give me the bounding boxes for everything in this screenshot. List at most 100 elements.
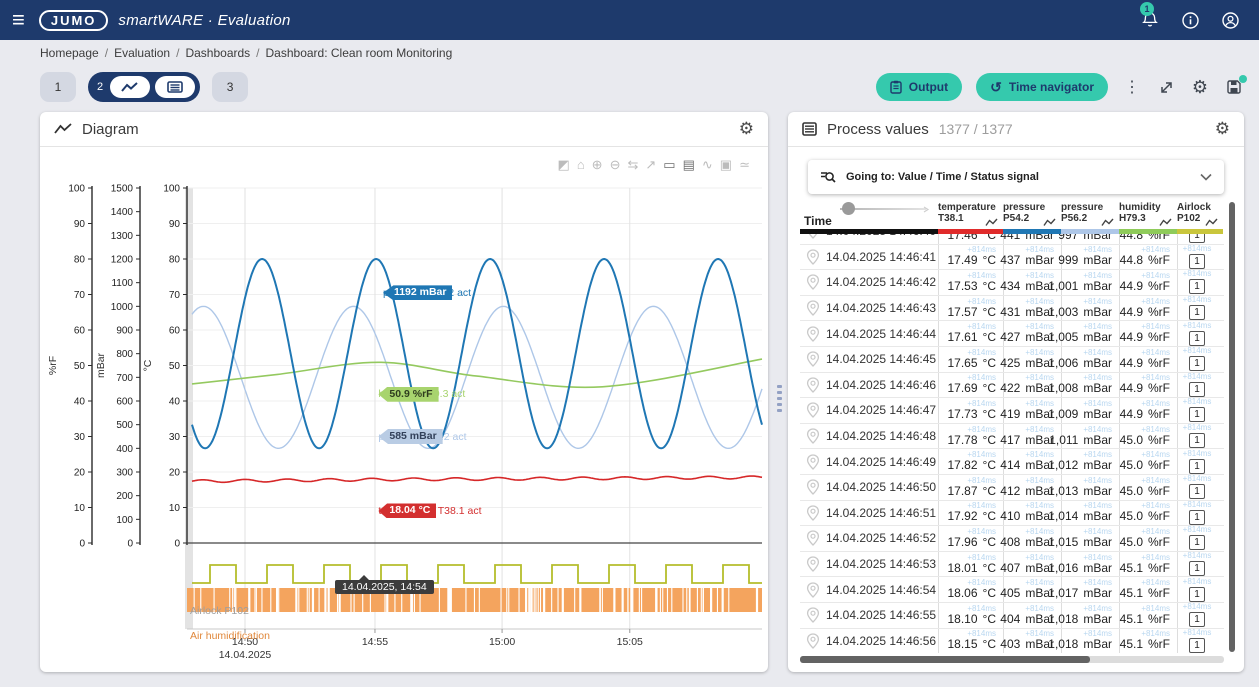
row-timestamp: 14.04.2025 14:46:48 bbox=[826, 424, 938, 449]
value-cell: +814ms1 bbox=[1177, 270, 1223, 295]
svg-text:400: 400 bbox=[116, 444, 133, 455]
measurement-value: 45.0%rF bbox=[1120, 459, 1170, 472]
save-layout-icon[interactable] bbox=[1224, 77, 1244, 97]
column-header-P56-2[interactable]: pressureP56.2 bbox=[1061, 198, 1119, 228]
location-pin-icon bbox=[806, 556, 820, 572]
info-icon[interactable] bbox=[1179, 9, 1201, 31]
table-row[interactable]: 14.04.2025 14:46:55+814ms18.10°C+814ms40… bbox=[800, 603, 1224, 629]
table-row[interactable]: 14.04.2025 14:46:53+814ms18.01°C+814ms40… bbox=[800, 552, 1224, 578]
svg-text:40: 40 bbox=[74, 397, 86, 408]
process-settings-gear-icon[interactable]: ⚙ bbox=[1215, 119, 1230, 139]
digital-airlock-waveform bbox=[192, 565, 762, 583]
vertical-scrollbar[interactable] bbox=[1229, 202, 1235, 652]
table-row[interactable]: 14.04.2025 14:46:43+814ms17.57°C+814ms43… bbox=[800, 296, 1224, 322]
svg-text:1100: 1100 bbox=[111, 278, 133, 289]
location-pin-icon bbox=[806, 582, 820, 598]
horizontal-scrollbar-thumb[interactable] bbox=[800, 656, 1090, 663]
measurement-value: 17.73°C bbox=[948, 408, 997, 421]
measurement-value: 425mBar bbox=[1000, 357, 1054, 370]
ms-offset-label: +814ms bbox=[1183, 450, 1212, 458]
value-cell: +814ms1,016mBar bbox=[1061, 552, 1119, 577]
tab-3[interactable]: 3 bbox=[212, 72, 248, 102]
value-cell: +814ms45.0%rF bbox=[1119, 449, 1177, 474]
series-chart-icon bbox=[1043, 218, 1056, 227]
table-row[interactable]: 14.04.2025 14:46:56+814ms18.15°C+814ms40… bbox=[800, 629, 1224, 654]
measurement-value: 17.96°C bbox=[948, 536, 997, 549]
tab-1[interactable]: 1 bbox=[40, 72, 76, 102]
diagram-title: Diagram bbox=[82, 121, 139, 138]
row-timestamp: 14.04.2025 14:46:51 bbox=[826, 501, 938, 526]
settings-gear-icon[interactable]: ⚙ bbox=[1190, 77, 1210, 97]
table-row[interactable]: 14.04.2025 14:46:45+814ms17.65°C+814ms42… bbox=[800, 347, 1224, 373]
ms-offset-label: +814ms bbox=[1183, 424, 1212, 432]
time-navigator-button[interactable]: ↺ Time navigator bbox=[976, 73, 1108, 101]
breadcrumb-item-3[interactable]: Dashboards bbox=[185, 46, 250, 60]
measurement-value: 17.78°C bbox=[948, 434, 997, 447]
table-row[interactable]: 14.04.2025 14:46:40+814ms17.46°C+814ms44… bbox=[800, 234, 1224, 245]
svg-text:1400: 1400 bbox=[111, 207, 134, 218]
row-timestamp: 14.04.2025 14:46:56 bbox=[826, 629, 938, 654]
output-button-label: Output bbox=[909, 80, 948, 94]
value-cell: +814ms1,006mBar bbox=[1061, 347, 1119, 372]
measurement-value: 997mBar bbox=[1058, 234, 1112, 242]
value-cell: +814ms1,018mBar bbox=[1061, 629, 1119, 654]
time-offset-slider[interactable] bbox=[840, 204, 926, 214]
column-header-T38-1[interactable]: temperatureT38.1 bbox=[938, 198, 1003, 228]
table-row[interactable]: 14.04.2025 14:46:51+814ms17.92°C+814ms41… bbox=[800, 501, 1224, 527]
table-row[interactable]: 14.04.2025 14:46:42+814ms17.53°C+814ms43… bbox=[800, 270, 1224, 296]
table-row[interactable]: 14.04.2025 14:46:49+814ms17.82°C+814ms41… bbox=[800, 449, 1224, 475]
svg-text:%rF: %rF bbox=[47, 356, 59, 375]
table-row[interactable]: 14.04.2025 14:46:50+814ms17.87°C+814ms41… bbox=[800, 475, 1224, 501]
location-pin-icon bbox=[806, 326, 820, 342]
measurement-value: 17.53°C bbox=[948, 280, 997, 293]
diagram-view-button[interactable] bbox=[110, 76, 150, 98]
table-row[interactable]: 14.04.2025 14:46:52+814ms17.96°C+814ms40… bbox=[800, 526, 1224, 552]
notifications-bell-icon[interactable]: 1 bbox=[1139, 9, 1161, 31]
row-timestamp: 14.04.2025 14:46:49 bbox=[826, 449, 938, 474]
panel-resize-handle[interactable] bbox=[775, 381, 783, 415]
svg-text:15:00: 15:00 bbox=[489, 636, 515, 648]
value-cell: +814ms1,003mBar bbox=[1061, 296, 1119, 321]
tab-2-active[interactable]: 2 bbox=[88, 72, 200, 102]
value-cell: +814ms437mBar bbox=[1003, 245, 1061, 270]
output-button[interactable]: Output bbox=[876, 73, 962, 101]
ms-offset-label: +814ms bbox=[1183, 475, 1212, 483]
table-row[interactable]: 14.04.2025 14:46:41+814ms17.49°C+814ms43… bbox=[800, 245, 1224, 271]
table-row[interactable]: 14.04.2025 14:46:44+814ms17.61°C+814ms42… bbox=[800, 321, 1224, 347]
slider-knob[interactable] bbox=[842, 202, 855, 215]
value-cell: +814ms1 bbox=[1177, 603, 1223, 628]
hamburger-menu-icon[interactable]: ≡ bbox=[12, 0, 25, 40]
boolean-value-box: 1 bbox=[1189, 510, 1205, 525]
chart-plot-area[interactable]: 0102030405060708090100%rF010020030040050… bbox=[40, 146, 768, 672]
table-row[interactable]: 14.04.2025 14:46:54+814ms18.06°C+814ms40… bbox=[800, 577, 1224, 603]
column-header-P102[interactable]: AirlockP102 bbox=[1177, 198, 1223, 228]
measurement-value: 1,017mBar bbox=[1048, 587, 1112, 600]
column-header-P54-2[interactable]: pressureP54.2 bbox=[1003, 198, 1061, 228]
series-temperature-T38-1-act bbox=[192, 476, 762, 482]
measurement-value: 1,003mBar bbox=[1048, 306, 1112, 319]
notification-badge: 1 bbox=[1140, 2, 1154, 16]
value-cell: +814ms45.0%rF bbox=[1119, 526, 1177, 551]
measurement-value: 1,011mBar bbox=[1049, 434, 1112, 447]
expand-fullscreen-icon[interactable] bbox=[1156, 77, 1176, 97]
value-cell: +814ms1 bbox=[1177, 234, 1223, 244]
value-cell: +814ms1,001mBar bbox=[1061, 270, 1119, 295]
table-row[interactable]: 14.04.2025 14:46:46+814ms17.69°C+814ms42… bbox=[800, 373, 1224, 399]
user-account-icon[interactable] bbox=[1219, 9, 1241, 31]
boolean-value-box: 1 bbox=[1189, 356, 1205, 371]
value-cell: +814ms999mBar bbox=[1061, 245, 1119, 270]
svg-text:50: 50 bbox=[169, 361, 181, 372]
kebab-menu-icon[interactable]: ⋮ bbox=[1122, 77, 1142, 97]
svg-text:1300: 1300 bbox=[111, 231, 134, 242]
column-header-H79-3[interactable]: humidityH79.3 bbox=[1119, 198, 1177, 228]
svg-text:30: 30 bbox=[74, 432, 86, 443]
table-row[interactable]: 14.04.2025 14:46:47+814ms17.73°C+814ms41… bbox=[800, 398, 1224, 424]
value-cell: +814ms17.57°C bbox=[938, 296, 1003, 321]
table-view-button[interactable] bbox=[155, 76, 195, 98]
goto-search-dropdown[interactable]: Going to: Value / Time / Status signal bbox=[808, 160, 1224, 194]
breadcrumb-item-2[interactable]: Evaluation bbox=[114, 46, 170, 60]
location-pin-icon bbox=[806, 234, 820, 239]
diagram-settings-gear-icon[interactable]: ⚙ bbox=[739, 119, 754, 139]
table-row[interactable]: 14.04.2025 14:46:48+814ms17.78°C+814ms41… bbox=[800, 424, 1224, 450]
breadcrumb-item-1[interactable]: Homepage bbox=[40, 46, 99, 60]
